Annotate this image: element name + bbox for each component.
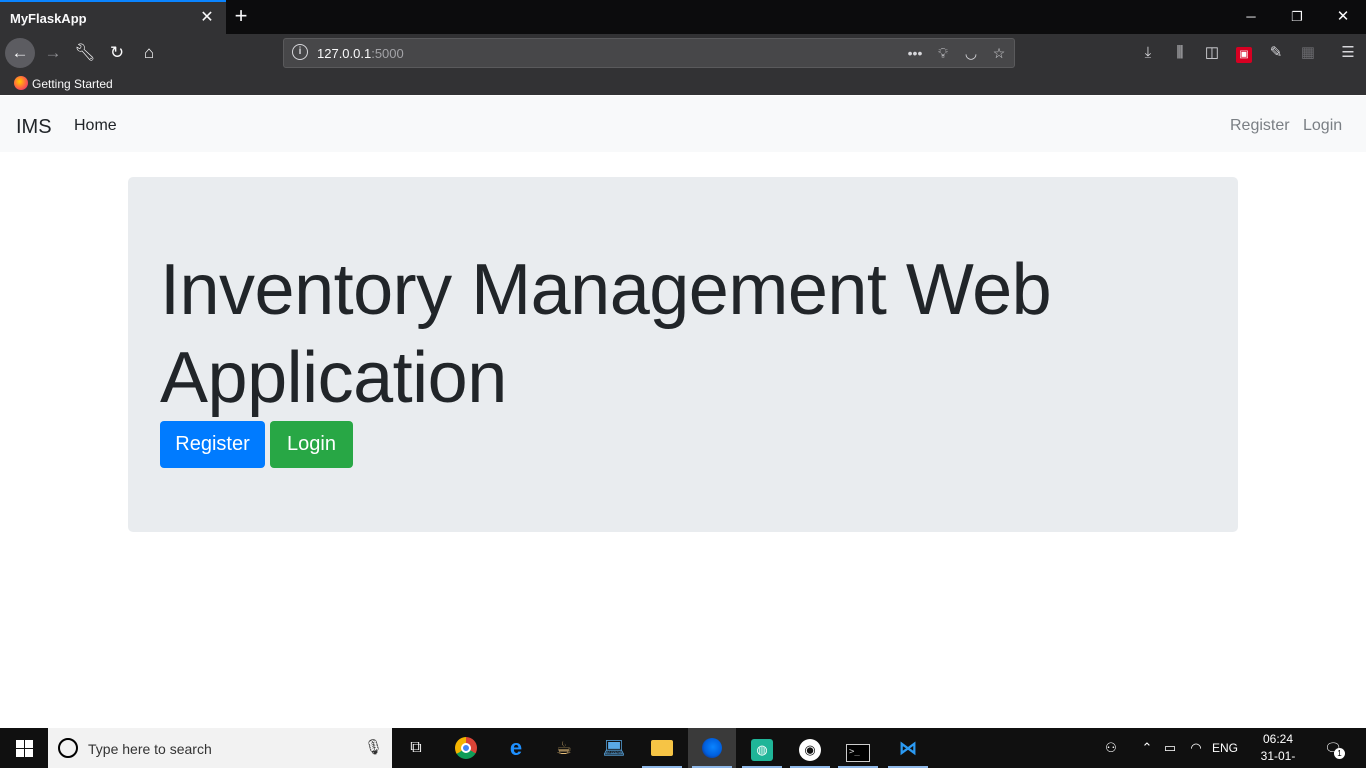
battery-icon[interactable]: ▭ [1160,740,1180,756]
grid-extension-icon[interactable]: ▦ [1296,42,1320,64]
wifi-icon[interactable]: ◠ [1186,740,1206,756]
windows-start-icon[interactable] [16,740,33,757]
page-title: Inventory Management Web Application [160,250,1052,418]
terminal-icon[interactable]: >_ [834,728,882,768]
url-bar[interactable]: i 127.0.0.1:5000 ••• 💡︎ ◡ ☆ [283,38,1015,68]
task-view-icon[interactable]: ⧉ [392,728,440,768]
app-icon-bowl[interactable]: ☕︎ [540,728,588,768]
login-button[interactable]: Login [270,421,353,468]
register-button[interactable]: Register [160,421,265,468]
chrome-icon[interactable] [442,728,490,768]
home-icon[interactable]: ⌂ [134,38,164,68]
nav-link-home[interactable]: Home [74,117,117,135]
download-icon[interactable]: ⤓ [1136,42,1160,64]
restore-icon[interactable]: ❐ [1274,0,1320,34]
language-indicator[interactable]: ENG [1210,740,1240,756]
nav-link-login[interactable]: Login [1303,117,1342,135]
vscode-icon[interactable]: ⋈ [884,728,932,768]
library-icon[interactable]: ⫼ [1168,42,1192,64]
clock-date: 31-01-2019 [1260,749,1296,780]
reload-icon[interactable]: ↻ [102,38,132,68]
taskbar-clock[interactable]: 06:24 31-01-2019 [1256,731,1300,782]
cortana-icon[interactable] [58,738,78,758]
edge-icon[interactable]: e [492,728,540,768]
nav-link-register[interactable]: Register [1230,117,1290,135]
url-port: :5000 [371,46,404,61]
app-icon-green[interactable]: ◍ [738,728,786,768]
navbar-brand[interactable]: IMS [16,116,52,139]
microphone-icon[interactable]: 🎙︎ [364,738,383,758]
bookmarks-bar [0,72,1366,95]
bookmark-getting-started[interactable]: Getting Started [32,77,113,91]
minimize-icon[interactable]: ─ [1228,0,1274,34]
more-actions-icon[interactable]: ••• [904,43,926,63]
wrench-icon[interactable]: 🔧︎ [70,38,100,68]
extension-icon[interactable]: ▣ [1232,42,1256,64]
bookmark-star-icon[interactable]: ☆ [988,43,1010,63]
clock-time: 06:24 [1262,732,1294,746]
browser-tab[interactable]: MyFlaskApp ✕ [0,0,226,34]
firefox-icon [14,76,28,90]
forward-arrow-icon[interactable]: → [38,38,68,68]
pen-icon[interactable]: ✎ [1264,42,1288,64]
lightbulb-icon[interactable]: 💡︎ [932,43,954,63]
chevron-up-icon[interactable]: ⌃ [1138,740,1156,756]
back-arrow-icon[interactable]: ← [5,38,35,68]
menu-icon[interactable]: ☰ [1336,42,1360,64]
close-icon[interactable]: ✕ [198,9,216,27]
github-icon[interactable]: ◉ [786,728,834,768]
window-close-icon[interactable]: ✕ [1320,0,1366,34]
info-icon[interactable]: i [292,44,308,60]
plus-icon[interactable]: + [230,4,252,28]
app-icon-laptop[interactable]: 💻︎ [590,728,638,768]
tab-title: MyFlaskApp [10,11,87,26]
firefox-taskbar-icon[interactable] [688,728,736,768]
app-navbar [0,96,1366,152]
url-host: 127.0.0.1 [317,46,372,61]
file-explorer-icon[interactable] [638,728,686,768]
url-text: 127.0.0.1:5000 [317,46,404,61]
notification-count: 1 [1334,748,1345,759]
pocket-icon[interactable]: ◡ [960,43,982,63]
notification-icon[interactable]: 🗨︎ 1 [1322,738,1345,759]
sidebar-icon[interactable]: ◫ [1200,42,1224,64]
taskbar-search-input[interactable]: Type here to search [88,741,212,757]
people-icon[interactable]: ⚇ [1100,740,1122,756]
